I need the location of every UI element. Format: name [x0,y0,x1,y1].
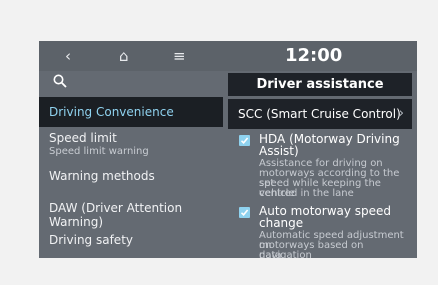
option-title: Assist) [259,144,299,158]
menu-item-label: Speed limit [49,131,117,145]
menu-item-label: DAW (Driver Attention Warning) [49,201,183,229]
scc-setting-row[interactable]: SCC (Smart Cruise Control) › [228,99,412,129]
option-description: data [259,250,282,259]
hda-checkbox[interactable] [239,135,250,146]
menu-item-label: Driving Convenience [49,105,174,119]
home-icon[interactable]: ⌂ [119,46,129,66]
infotainment-screen: ‹ ⌂ ≡ 12:00 Driving Convenience Speed li… [39,41,417,258]
auto-speed-checkbox[interactable] [239,207,250,218]
menu-item-driving-convenience[interactable]: Driving Convenience [39,97,223,127]
auto-motorway-speed-option[interactable]: Auto motorway speed change Automatic spe… [239,205,409,258]
option-description: centred in the lane [259,188,354,199]
chevron-right-icon: › [398,106,404,121]
back-icon[interactable]: ‹ [65,46,71,66]
menu-item-sublabel: Speed limit warning [49,146,149,157]
menu-item-driving-safety[interactable]: Driving safety [39,233,233,247]
menu-item-label: Warning methods [49,169,155,183]
menu-item-warning-methods[interactable]: Warning methods [39,169,233,183]
option-title: change [259,216,304,230]
menu-item-speed-limit[interactable]: Speed limit Speed limit warning [39,131,233,157]
clock: 12:00 [285,45,343,66]
menu-item-label: Driving safety [49,233,133,247]
search-icon[interactable] [53,73,67,88]
top-bar: ‹ ⌂ ≡ 12:00 [39,41,417,71]
scc-label: SCC (Smart Cruise Control) [238,107,401,121]
panel-title: Driver assistance [228,73,412,96]
hda-option[interactable]: HDA (Motorway Driving Assist) Assistance… [239,133,409,199]
menu-item-daw[interactable]: DAW (Driver Attention Warning) [39,201,233,229]
menu-icon[interactable]: ≡ [173,46,186,66]
